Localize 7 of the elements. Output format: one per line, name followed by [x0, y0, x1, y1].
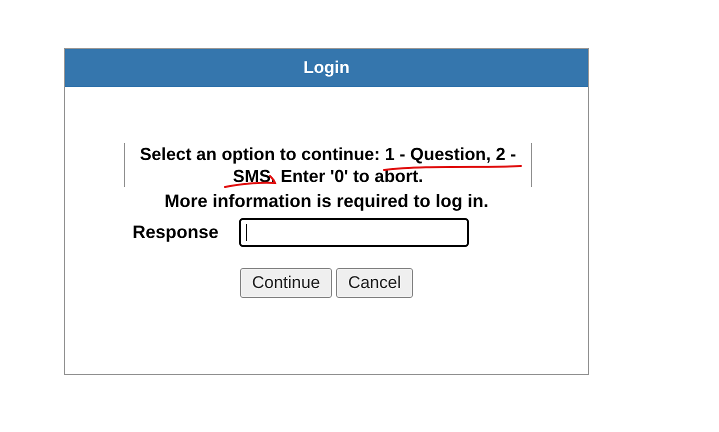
- cancel-button[interactable]: Cancel: [336, 268, 413, 298]
- message-text: Select an option to continue: 1 - Question, 2 - SMS. Enter '0' to abort.: [124, 143, 532, 187]
- response-field[interactable]: [238, 218, 469, 247]
- continue-button[interactable]: Continue: [240, 268, 332, 298]
- dialog-header: Login: [65, 49, 588, 87]
- response-label: Response: [132, 222, 219, 243]
- info-text: More information is required to log in.: [164, 191, 488, 212]
